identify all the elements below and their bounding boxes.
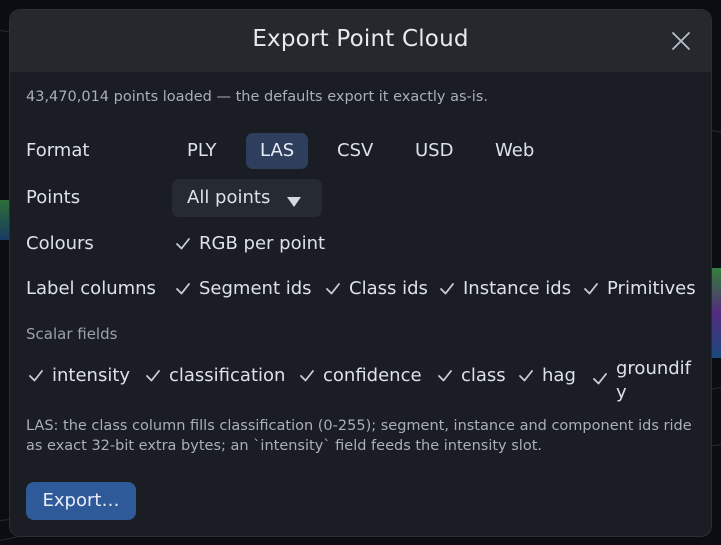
label-columns-label: Label columns — [26, 278, 156, 299]
groundify-label: groundify — [616, 358, 692, 403]
format-option-web[interactable]: Web — [481, 133, 548, 169]
dialog-titlebar: Export Point Cloud — [10, 10, 711, 72]
segment-ids-label: Segment ids — [199, 278, 312, 299]
dialog-title: Export Point Cloud — [252, 26, 469, 52]
intensity-checkbox[interactable]: intensity — [26, 365, 130, 386]
hag-label: hag — [542, 365, 576, 386]
checkmark-icon — [29, 369, 43, 381]
format-option-ply[interactable]: PLY — [173, 133, 231, 169]
rgb-per-point-label: RGB per point — [199, 233, 326, 254]
checkmark-icon — [146, 369, 160, 381]
checkmark-icon — [326, 282, 340, 294]
confidence-checkbox[interactable]: confidence — [297, 365, 422, 386]
checkmark-icon — [593, 373, 607, 385]
format-note: LAS: the class column fills classificati… — [26, 418, 692, 454]
primitives-label: Primitives — [607, 278, 696, 299]
classification-checkbox[interactable]: classification — [143, 365, 285, 386]
class-checkbox[interactable]: class — [435, 365, 506, 386]
rgb-per-point-checkbox[interactable]: RGB per point — [173, 233, 325, 254]
instance-ids-checkbox[interactable]: Instance ids — [437, 278, 571, 299]
checkmark-icon — [176, 282, 190, 294]
groundify-checkbox[interactable] — [590, 369, 616, 389]
chevron-down-icon — [287, 192, 301, 211]
colours-label: Colours — [26, 233, 94, 254]
close-icon[interactable] — [670, 30, 692, 52]
class-ids-checkbox[interactable]: Class ids — [323, 278, 428, 299]
format-option-csv[interactable]: CSV — [323, 133, 387, 169]
hag-checkbox[interactable]: hag — [516, 365, 576, 386]
format-option-las[interactable]: LAS — [246, 133, 309, 169]
confidence-label: confidence — [323, 365, 422, 386]
points-select[interactable]: All points — [172, 179, 322, 217]
class-label: class — [461, 365, 506, 386]
checkmark-icon — [584, 282, 598, 294]
checkmark-icon — [438, 369, 452, 381]
checkmark-icon — [440, 282, 454, 294]
points-select-value: All points — [187, 187, 271, 208]
classification-label: classification — [169, 365, 286, 386]
checkmark-icon — [300, 369, 314, 381]
checkmark-icon — [176, 237, 190, 249]
intensity-label: intensity — [52, 365, 131, 386]
scalar-fields-heading: Scalar fields — [26, 325, 118, 343]
checkmark-icon — [519, 369, 533, 381]
class-ids-label: Class ids — [349, 278, 428, 299]
primitives-checkbox[interactable]: Primitives — [581, 278, 696, 299]
export-dialog: Export Point Cloud 43,470,014 points loa… — [10, 10, 711, 536]
format-option-usd[interactable]: USD — [401, 133, 467, 169]
format-label: Format — [26, 140, 90, 161]
points-summary: 43,470,014 points loaded — the defaults … — [26, 89, 488, 105]
instance-ids-label: Instance ids — [463, 278, 572, 299]
points-label: Points — [26, 187, 81, 208]
export-button[interactable]: Export… — [26, 482, 136, 520]
segment-ids-checkbox[interactable]: Segment ids — [173, 278, 312, 299]
